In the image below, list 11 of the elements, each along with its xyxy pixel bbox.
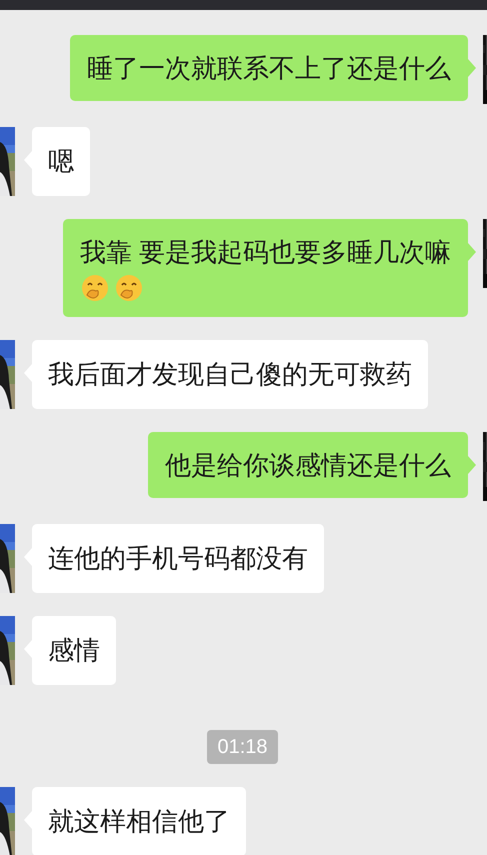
message-text: 我靠 要是我起码也要多睡几次嘛	[80, 236, 451, 269]
emoji-icon	[80, 273, 110, 303]
emoji-icon	[114, 273, 144, 303]
message-text: 感情	[48, 634, 100, 667]
timestamp: 01:18	[207, 730, 278, 764]
message-text: 就这样相信他了	[48, 805, 230, 838]
message-text: 他是给你谈感情还是什么	[165, 449, 451, 482]
message-text: 连他的手机号码都没有	[48, 542, 308, 575]
message-text: 我后面才发现自己傻的无可救药	[48, 358, 412, 391]
message-text: 嗯	[48, 145, 74, 178]
message-text: 睡了一次就联系不上了还是什么	[87, 52, 451, 85]
